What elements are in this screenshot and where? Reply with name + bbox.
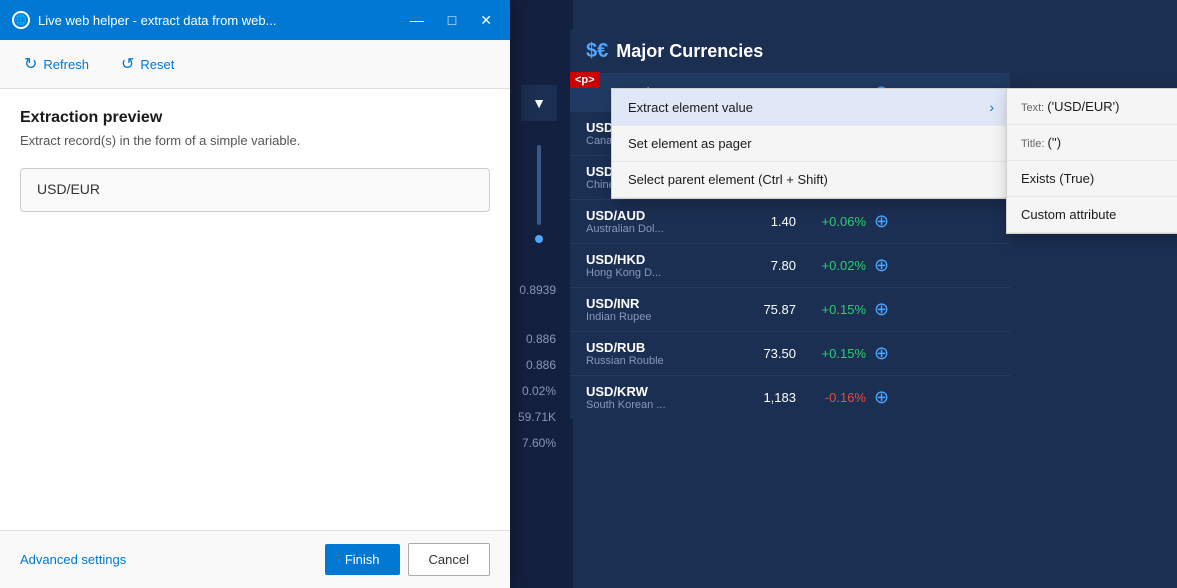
value-usdkrw: 1,183 bbox=[716, 390, 796, 405]
submenu-item-title[interactable]: Title: ('') bbox=[1007, 125, 1177, 161]
cancel-button[interactable]: Cancel bbox=[408, 543, 490, 576]
add-usdinr[interactable]: ⊕ bbox=[874, 299, 889, 320]
minimize-button[interactable]: — bbox=[404, 10, 430, 31]
context-arrow-icon: › bbox=[989, 99, 994, 115]
name-usdhkd: Hong Kong D... bbox=[586, 267, 686, 279]
submenu-item-exists[interactable]: Exists (True) bbox=[1007, 161, 1177, 197]
value-usdinr: 75.87 bbox=[716, 302, 796, 317]
change-usdaud: +0.06% bbox=[796, 214, 866, 229]
close-button[interactable]: ✕ bbox=[474, 10, 498, 31]
name-usdaud: Australian Dol... bbox=[586, 223, 686, 235]
finish-button[interactable]: Finish bbox=[325, 544, 400, 575]
dialog-toolbar: ↻ Refresh ↺ Reset bbox=[0, 40, 510, 89]
submenu-text-value: ('USD/EUR') bbox=[1047, 99, 1119, 114]
currency-row-usdkrw[interactable]: USD/KRW South Korean ... 1,183 -0.16% ⊕ bbox=[570, 375, 1010, 419]
currency-row-usdrub[interactable]: USD/RUB Russian Rouble 73.50 +0.15% ⊕ bbox=[570, 331, 1010, 375]
change-usdkrw: -0.16% bbox=[796, 390, 866, 405]
reset-button[interactable]: ↺ Reset bbox=[113, 50, 182, 78]
context-menu-item-pager[interactable]: Set element as pager bbox=[612, 126, 1010, 162]
currency-title: Major Currencies bbox=[616, 41, 763, 62]
pair-usdhkd: USD/HKD bbox=[586, 252, 666, 267]
change-usdinr: +0.15% bbox=[796, 302, 866, 317]
name-usdkrw: South Korean ... bbox=[586, 399, 686, 411]
submenu-title-value: ('') bbox=[1048, 135, 1062, 150]
refresh-button[interactable]: ↻ Refresh bbox=[16, 50, 97, 78]
advanced-settings-link[interactable]: Advanced settings bbox=[20, 552, 325, 567]
pair-usdaud: USD/AUD bbox=[586, 208, 666, 223]
add-usdkrw[interactable]: ⊕ bbox=[874, 387, 889, 408]
dialog-content: Extraction preview Extract record(s) in … bbox=[0, 89, 510, 530]
currency-row-usdinr[interactable]: USD/INR Indian Rupee 75.87 +0.15% ⊕ bbox=[570, 287, 1010, 331]
submenu: Text: ('USD/EUR') Title: ('') Exists (Tr… bbox=[1006, 88, 1177, 234]
dialog-title: Live web helper - extract data from web.… bbox=[38, 13, 396, 28]
dialog-footer: Advanced settings Finish Cancel bbox=[0, 530, 510, 588]
bg-val4: 0.02% bbox=[518, 384, 556, 398]
currency-header: $€ Major Currencies bbox=[570, 30, 1010, 73]
change-usdhkd: +0.02% bbox=[796, 258, 866, 273]
extraction-title: Extraction preview bbox=[20, 109, 490, 127]
add-usdhkd[interactable]: ⊕ bbox=[874, 255, 889, 276]
collapse-button[interactable]: ▼ bbox=[521, 85, 557, 121]
currency-row-usdaud[interactable]: USD/AUD Australian Dol... 1.40 +0.06% ⊕ bbox=[570, 199, 1010, 243]
scroll-dot bbox=[535, 235, 543, 243]
context-item-parent-label: Select parent element (Ctrl + Shift) bbox=[628, 172, 828, 187]
name-usdinr: Indian Rupee bbox=[586, 311, 686, 323]
bg-val1: 0.8939 bbox=[518, 283, 556, 297]
context-menu-item-extract[interactable]: Extract element value › bbox=[612, 89, 1010, 126]
reset-label: Reset bbox=[140, 57, 174, 72]
submenu-text-prefix: Text: bbox=[1021, 102, 1047, 114]
value-usdaud: 1.40 bbox=[716, 214, 796, 229]
pair-usdinr: USD/INR bbox=[586, 296, 666, 311]
value-usdhkd: 7.80 bbox=[716, 258, 796, 273]
bg-val2: 0.886 bbox=[518, 332, 556, 346]
pair-usdkrw: USD/KRW bbox=[586, 384, 666, 399]
bg-val6: 7.60% bbox=[518, 436, 556, 450]
dialog-titlebar: 🌐 Live web helper - extract data from we… bbox=[0, 0, 510, 40]
currency-row-usdhkd[interactable]: USD/HKD Hong Kong D... 7.80 +0.02% ⊕ bbox=[570, 243, 1010, 287]
extraction-preview: USD/EUR bbox=[20, 168, 490, 212]
name-usdrub: Russian Rouble bbox=[586, 355, 686, 367]
dialog: 🌐 Live web helper - extract data from we… bbox=[0, 0, 510, 588]
context-item-extract-label: Extract element value bbox=[628, 100, 753, 115]
refresh-icon: ↻ bbox=[24, 54, 37, 74]
change-usdrub: +0.15% bbox=[796, 346, 866, 361]
currency-icon: $€ bbox=[586, 40, 608, 63]
app-icon: 🌐 bbox=[12, 11, 30, 29]
scroll-slider bbox=[537, 145, 541, 225]
titlebar-controls: — □ ✕ bbox=[404, 10, 498, 31]
maximize-button[interactable]: □ bbox=[442, 10, 462, 31]
value-usdrub: 73.50 bbox=[716, 346, 796, 361]
left-strip: ▼ 0.8939 0.886 0.886 0.02% 59.71K 7.60% bbox=[505, 0, 573, 588]
pair-usdrub: USD/RUB bbox=[586, 340, 666, 355]
bg-val5: 59.71K bbox=[518, 410, 556, 424]
submenu-exists-label: Exists (True) bbox=[1021, 171, 1094, 186]
submenu-item-custom[interactable]: Custom attribute bbox=[1007, 197, 1177, 233]
submenu-custom-label: Custom attribute bbox=[1021, 207, 1116, 222]
context-menu: Extract element value › Set element as p… bbox=[611, 88, 1011, 199]
context-item-pager-label: Set element as pager bbox=[628, 136, 752, 151]
add-usdrub[interactable]: ⊕ bbox=[874, 343, 889, 364]
submenu-title-prefix: Title: bbox=[1021, 138, 1048, 150]
submenu-item-text[interactable]: Text: ('USD/EUR') bbox=[1007, 89, 1177, 125]
p-tag: <p> bbox=[570, 72, 600, 88]
bg-val3: 0.886 bbox=[518, 358, 556, 372]
refresh-label: Refresh bbox=[43, 57, 89, 72]
extraction-subtitle: Extract record(s) in the form of a simpl… bbox=[20, 133, 490, 148]
reset-icon: ↺ bbox=[121, 54, 134, 74]
context-menu-item-parent[interactable]: Select parent element (Ctrl + Shift) bbox=[612, 162, 1010, 198]
add-usdaud[interactable]: ⊕ bbox=[874, 211, 889, 232]
